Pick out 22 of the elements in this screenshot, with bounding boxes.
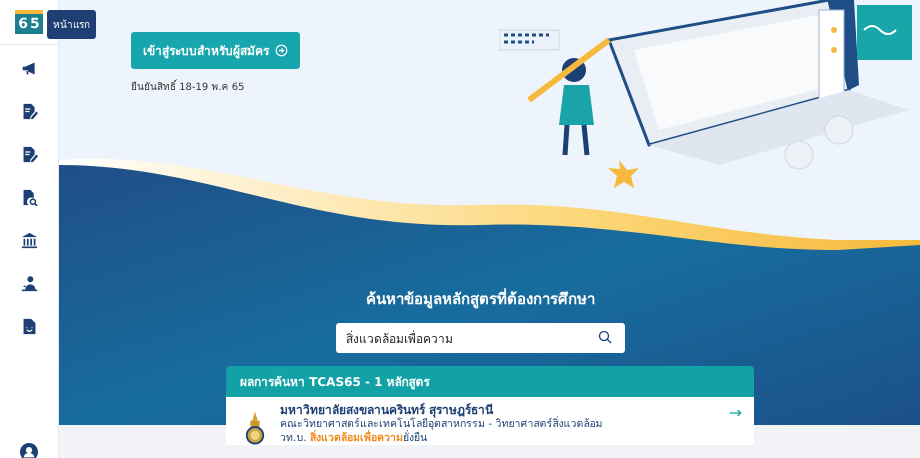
- program-name: วท.บ. สิ่งแวดล้อมเพื่อความยั่งยืน: [280, 431, 715, 445]
- arrow-link[interactable]: →: [728, 403, 742, 422]
- document-smile-icon[interactable]: [20, 318, 38, 335]
- megaphone-icon[interactable]: [20, 60, 38, 77]
- document-edit-icon[interactable]: [20, 146, 38, 163]
- bank-icon[interactable]: [20, 232, 38, 249]
- arrow-circle-icon: [275, 44, 288, 57]
- search-icon[interactable]: [598, 330, 613, 345]
- search-heading: ค้นหาข้อมูลหลักสูตรที่ต้องการศึกษา: [366, 287, 595, 310]
- user-icon[interactable]: [20, 443, 38, 458]
- emblem-icon: [244, 411, 266, 445]
- person-icon[interactable]: [20, 275, 38, 292]
- results-header: ผลการค้นหา TCAS65 - 1 หลักสูตร: [226, 366, 754, 397]
- date-note: ยืนยันสิทธิ์ 18-19 พ.ค 65: [131, 79, 920, 94]
- university-name[interactable]: มหาวิทยาลัยสงขลานครินทร์ สุราษฎร์ธานี: [280, 403, 715, 417]
- tooltip: หน้าแรก: [47, 10, 96, 39]
- search-field[interactable]: สิ่งแวดล้อมเพื่อความ: [336, 323, 625, 353]
- document-edit-icon[interactable]: [20, 103, 38, 120]
- faculty-name: คณะวิทยาศาสตร์และเทคโนโลยีอุตสาหกรรม - วิทยาศาสตร์สิ่งแวดล้อม: [280, 417, 604, 430]
- logo[interactable]: 6 5: [15, 10, 43, 34]
- document-search-icon[interactable]: [20, 189, 38, 206]
- login-button[interactable]: เข้าสู่ระบบสำหรับผู้สมัคร: [131, 32, 300, 69]
